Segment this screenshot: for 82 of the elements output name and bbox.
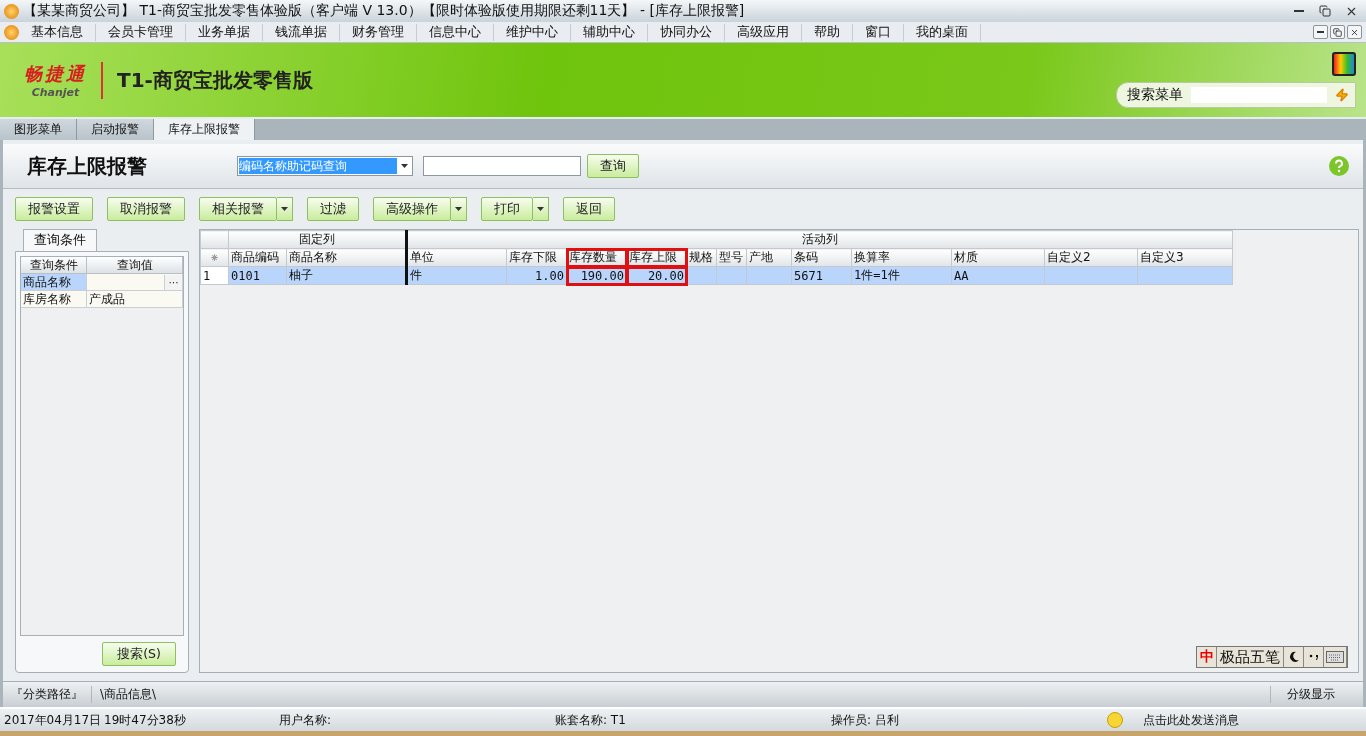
menu-item[interactable]: 业务单据 [186,23,263,41]
table-cell: 190.00 [566,266,627,285]
corner-cell [200,230,229,249]
menu-item[interactable]: 会员卡管理 [96,23,186,41]
status-text: 用户名称: [278,711,333,729]
toolbar-button[interactable]: 高级操作 [373,197,451,221]
category-path: \商品信息\ [99,686,158,703]
dropdown-button[interactable] [277,197,293,221]
query-tab[interactable]: 查询条件 [23,229,97,251]
close-icon [1350,27,1359,37]
toolbar-button[interactable]: 返回 [563,197,615,221]
table-cell: 20.00 [626,266,687,285]
search-button[interactable]: 搜索(S) [102,642,176,666]
menu-item[interactable]: 财务管理 [340,23,417,41]
menu-item[interactable]: 钱流单据 [263,23,340,41]
close-button[interactable] [1347,25,1362,39]
minimize-button[interactable] [1313,25,1328,39]
dropdown-button[interactable] [533,197,549,221]
send-message-link[interactable]: 点击此处发送消息 [1143,711,1239,729]
dropdown-button[interactable] [451,197,467,221]
path-label: 『分类路径』 [3,686,92,703]
status-text: 操作员: 吕利 [830,711,900,729]
menu-item[interactable]: 帮助 [802,23,853,41]
tab[interactable]: 启动报警 [77,119,154,140]
level-display-button[interactable]: 分级显示 [1270,686,1363,703]
toolbar-button[interactable]: 取消报警 [107,197,185,221]
minimize-icon [1317,31,1324,33]
caret-icon [455,207,462,211]
search-field[interactable] [1191,87,1327,103]
tab[interactable]: 图形菜单 [0,119,77,140]
query-button[interactable]: 查询 [587,154,639,178]
menu-item[interactable]: 我的桌面 [904,23,981,41]
group-header: 活动列 [406,230,1233,249]
menu-item[interactable]: 高级应用 [725,23,802,41]
value-cell[interactable]: ··· [87,274,183,291]
column-header: 查询值 [87,257,183,274]
toolbar-button[interactable]: 过滤 [307,197,359,221]
query-field[interactable] [423,156,581,176]
ime-name[interactable]: 极品五笔 [1217,647,1284,667]
logo-subtext: Chanjet [31,85,80,99]
toolbar-button[interactable]: 报警设置 [15,197,93,221]
status-text: 19时47分38秒 [103,711,187,729]
condition-cell[interactable]: 商品名称 [21,274,87,291]
lightning-icon[interactable] [1335,88,1349,102]
column-header: 查询条件 [21,257,87,274]
punctuation-icon[interactable] [1308,654,1319,660]
window-title: 【某某商贸公司】 T1-商贸宝批发零售体验版（客户端 V 13.0）【限时体验版使用期限还剩11天】 - [库存上限报警] [23,2,746,20]
status-text: 账套名称: T1 [554,711,627,729]
menu-item[interactable]: 辅助中心 [571,23,648,41]
menu-item[interactable]: 基本信息 [19,23,96,41]
value-cell[interactable]: 产成品 [87,291,183,308]
smiley-icon [1107,712,1123,728]
product-name: T1-商贸宝批发零售版 [117,66,313,94]
menu-item[interactable]: 窗口 [853,23,904,41]
minimize-icon [1294,10,1304,12]
caret-icon [400,164,408,168]
group-header: 固定列 [228,230,407,249]
moon-icon[interactable] [1287,651,1300,663]
app-icon [4,24,19,40]
menu-item[interactable]: 协同办公 [648,23,725,41]
search-label: 搜索菜单 [1127,86,1183,104]
restore-icon [1333,27,1342,37]
input-mode-toggle[interactable]: 中 [1197,647,1217,667]
app-icon [4,3,19,19]
color-swatch-icon[interactable] [1332,52,1356,76]
column-header: 库存上限 [626,248,687,267]
column-header: 库存数量 [566,248,627,267]
caret-icon [281,207,288,211]
status-text: 2017年04月17日 [3,711,100,729]
restore-icon [1319,5,1331,17]
keyboard-icon[interactable] [1326,651,1344,663]
condition-cell[interactable]: 库房名称 [21,291,87,308]
menu-item[interactable]: 信息中心 [417,23,494,41]
restore-button[interactable] [1330,25,1345,39]
caret-icon [537,207,544,211]
toolbar-button[interactable]: 相关报警 [199,197,277,221]
menu-item[interactable]: 维护中心 [494,23,571,41]
tab[interactable]: 库存上限报警 [154,119,255,140]
toolbar-button[interactable]: 打印 [481,197,533,221]
logo-text: 畅捷通 [24,61,87,86]
page-title: 库存上限报警 [27,152,148,180]
picker-button[interactable]: ··· [164,274,182,290]
